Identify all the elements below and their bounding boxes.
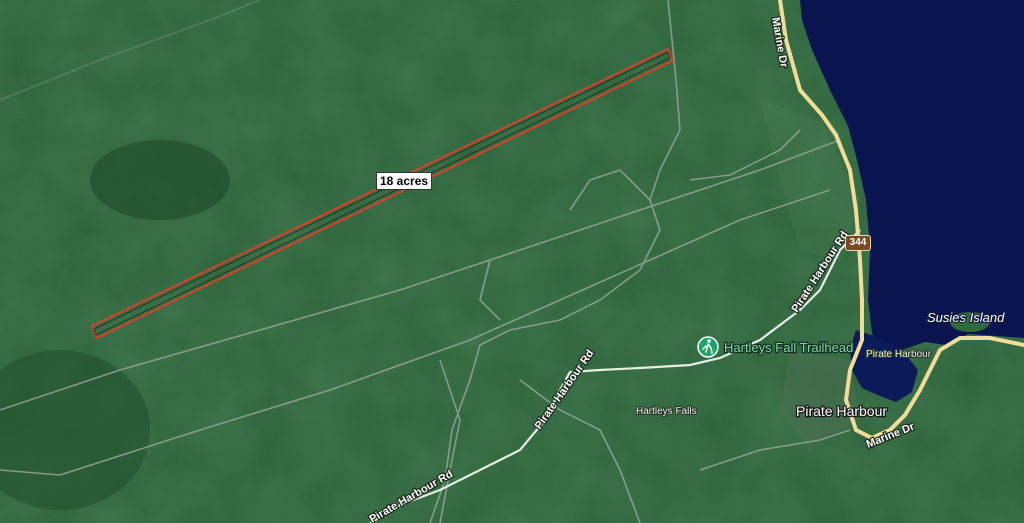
susies-island-label: Susies Island	[927, 310, 1005, 325]
pirate-harbour-town-label: Pirate Harbour	[796, 403, 887, 419]
route-shield: 344	[845, 235, 871, 251]
hartleys-falls-label: Hartleys Falls	[636, 406, 697, 417]
trailhead-label[interactable]: Hartleys Fall Trailhead	[723, 339, 855, 357]
satellite-map[interactable]: Marine Dr Marine Dr Pirate Harbour Rd Pi…	[0, 0, 1024, 523]
hiker-icon[interactable]	[697, 336, 719, 358]
parcel-area-label: 18 acres	[376, 172, 433, 190]
pirate-harbour-water-label: Pirate Harbour	[866, 349, 932, 360]
map-canvas[interactable]: Marine Dr Marine Dr Pirate Harbour Rd Pi…	[0, 0, 1024, 523]
dark-forest-patch	[90, 140, 230, 220]
